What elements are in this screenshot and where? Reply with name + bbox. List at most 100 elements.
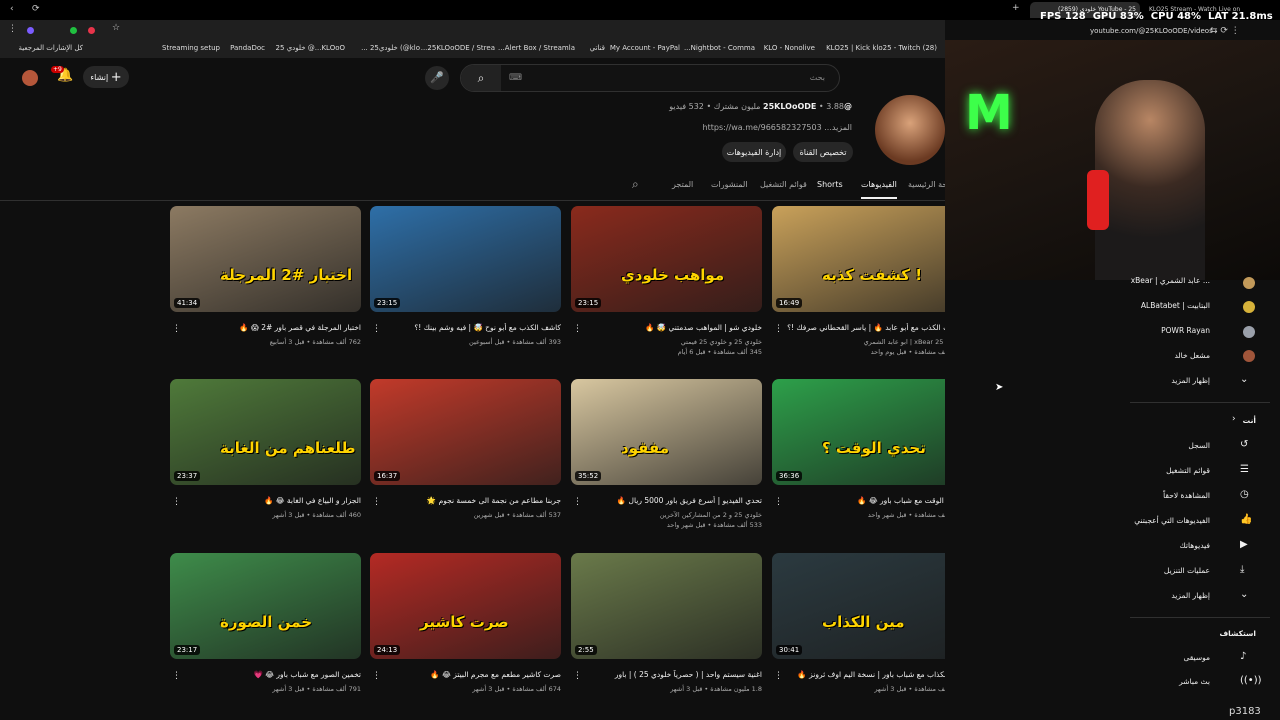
channel-link[interactable]: https://wa.me/966582327503 ...المزيد [703,123,852,132]
refresh-icon[interactable]: ⟳ [32,4,40,14]
bookmark-item[interactable]: klo@) خلودي25 ... [361,44,420,52]
video-title[interactable]: اغنية سيستم واحد | ( حصرياً خلودي 25 ) |… [582,670,762,679]
sidebar-item-your-videos[interactable]: فيديوهاتك [1180,541,1210,550]
more-options-icon[interactable]: ⋮ [774,324,783,334]
search-icon[interactable]: ⌕ [461,65,501,91]
more-options-icon[interactable]: ⋮ [573,497,582,507]
menu-icon[interactable]: ⋮ [8,24,17,34]
more-options-icon[interactable]: ⋮ [372,671,381,681]
star-icon[interactable]: ☆ [112,23,120,33]
tab-playlists[interactable]: قوائم التشغيل [760,180,807,189]
bookmark-item[interactable]: KLO25 | Kick [826,44,870,52]
extension-icon[interactable] [27,27,34,34]
tab-shorts[interactable]: Shorts [817,180,843,189]
video-title[interactable]: خلودي شو | المواهب صدمتني 🤯 🔥 [582,323,762,332]
you-section-title[interactable]: أنت [1243,416,1256,425]
video-thumbnail[interactable]: 16:37 [370,379,561,485]
video-title[interactable]: كاشف الكذب مع أبو عابد 🔥 | ياسر القحطاني… [783,323,963,332]
sidebar-item-downloads[interactable]: عمليات التنزيل [1164,566,1210,575]
more-options-icon[interactable]: ⋮ [372,324,381,334]
bookmark-item[interactable]: KLOoO...@ خلودي 25 [276,44,345,52]
video-card[interactable]: مين الكذاب 30:41 ⋮ مين الكذاب مع شباب باور … [772,553,963,713]
video-title[interactable]: صرت كاشير مطعم مع مجرم البيتز 😂 🔥 [381,670,561,679]
video-card[interactable]: تحدي الوقت ؟ 36:36 ⋮ تحدي الوقت مع شباب باو… [772,379,963,539]
bookmark-item[interactable]: قناتي [590,44,605,52]
video-card[interactable]: كشفت كذبه ! 16:49 ⋮ كاشف الكذب مع أبو عابد … [772,206,963,366]
video-title[interactable]: اختبار المرجلة في قصر باور #2 😱 🔥 [181,323,361,332]
create-button[interactable]: إنشاء + [83,66,129,88]
sidebar-item-liked[interactable]: الفيديوهات التي أعجبتني [1134,516,1210,525]
more-options-icon[interactable]: ⋮ [172,324,181,334]
video-title[interactable]: تحدي الوقت مع شباب باور 😂 🔥 [783,496,963,505]
video-thumbnail[interactable]: مين الكذاب 30:41 [772,553,963,659]
sidebar-sub-item[interactable]: ALBatabet | البتابيت [1141,301,1210,310]
more-options-icon[interactable]: ⋮ [172,671,181,681]
sidebar-sub-item[interactable]: POWR Rayan [1161,326,1210,335]
more-options-icon[interactable]: ⋮ [573,671,582,681]
sidebar-sub-item[interactable]: xBear | عابد الشمري ... [1131,276,1210,285]
show-more-button[interactable]: إظهار المزيد [1171,376,1210,385]
video-thumbnail[interactable]: 2:55 [571,553,762,659]
video-thumbnail[interactable]: 23:15 [370,206,561,312]
sidebar-sub-item[interactable]: مشعل خالد [1174,351,1210,360]
video-card[interactable]: خمن الصورة 23:17 ⋮ تخمين الصور مع شباب باور… [170,553,361,713]
customize-channel-button[interactable]: تخصيص القناة [793,142,853,162]
video-card[interactable]: طلعناهم من الغابة ! 23:37 ⋮الجزار و البياع… [170,379,361,539]
new-tab-icon[interactable]: + [1012,3,1020,13]
video-title[interactable]: تحدي الفيديو | أسرع فريق باور 5000 ريال … [582,496,762,505]
avatar[interactable] [22,70,38,86]
video-thumbnail[interactable]: اختبار #2 المرجلة 41:34 [170,206,361,312]
video-thumbnail[interactable]: صرت كاشير 24:13 [370,553,561,659]
video-thumbnail[interactable]: تحدي الوقت ؟ 36:36 [772,379,963,485]
video-card[interactable]: اختبار #2 المرجلة 41:34 ⋮ اختبار المرجلة في… [170,206,361,366]
video-card[interactable]: 23:15 ⋮ كاشف الكذب مع أبو نوح 🤯 | فيه وشم … [370,206,561,366]
url-text[interactable]: youtube.com/@25KLOoODE/videos [1090,27,1213,35]
video-card[interactable]: مواهب خلودي 23:15 ⋮ خلودي شو | المواهب صدمت… [571,206,762,366]
channel-search-icon[interactable]: ⌕ [632,177,639,192]
video-title[interactable]: كاشف الكذب مع أبو نوح 🤯 | فيه وشم بينك !… [381,323,561,332]
extension-icon[interactable] [70,27,77,34]
more-options-icon[interactable]: ⋮ [774,671,783,681]
bookmark-item[interactable]: Nightbot - Comma... [684,44,755,52]
tab-store[interactable]: المتجر [672,180,693,189]
search-box[interactable]: ⌕ بحث ⌨ [460,64,840,92]
video-title[interactable]: الجزار و البياع في الغابة 😂 🔥 [181,496,361,505]
sidebar-item-playlists[interactable]: قوائم التشغيل [1166,466,1210,475]
chevron-down-icon[interactable]: ⌄ [1240,589,1248,600]
bookmark-item[interactable]: (28) klo25 - Twitch [872,44,937,52]
show-more-button[interactable]: إظهار المزيد [1171,591,1210,600]
tab-posts[interactable]: المنشورات [711,180,748,189]
more-options-icon[interactable]: ⋮ [774,497,783,507]
extension-icon[interactable] [88,27,95,34]
video-thumbnail[interactable]: كشفت كذبه ! 16:49 [772,206,963,312]
sidebar-item-history[interactable]: السجل [1188,441,1210,450]
sidebar-item-music[interactable]: موسيقى [1184,653,1210,662]
bookmark-item[interactable]: Streaming setup [162,44,220,52]
video-card[interactable]: 16:37 ⋮ جربنا مطاعم من نجمة الى خمسة نجوم … [370,379,561,539]
video-thumbnail[interactable]: مفقود 35:52 [571,379,762,485]
sidebar-item-watch-later[interactable]: المشاهدة لاحقاً [1163,491,1210,500]
video-card[interactable]: صرت كاشير 24:13 ⋮ صرت كاشير مطعم مع مجرم ال… [370,553,561,713]
bookmark-item[interactable]: Alert Box / Streamla... [498,44,575,52]
video-card[interactable]: 2:55 ⋮ اغنية سيستم واحد | ( حصرياً خلودي 2… [571,553,762,713]
video-title[interactable]: تخمين الصور مع شباب باور 😂 💗 [181,670,361,679]
video-thumbnail[interactable]: مواهب خلودي 23:15 [571,206,762,312]
video-thumbnail[interactable]: خمن الصورة 23:17 [170,553,361,659]
bookmark-item[interactable]: كل الإشارات المرجعية [19,44,84,52]
bookmark-item[interactable]: KLO - Nonolive [764,44,815,52]
chevron-down-icon[interactable]: ⌄ [1240,374,1248,385]
video-title[interactable]: جربنا مطاعم من نجمة الى خمسة نجوم 🌟 [381,496,561,505]
video-title[interactable]: مين الكذاب مع شباب باور | نسخة اليم اوف … [783,670,963,679]
back-icon[interactable]: ‹ [10,4,14,14]
bookmark-item[interactable]: PandaDoc [230,44,265,52]
sidebar-item-live[interactable]: بث مباشر [1179,677,1210,686]
keyboard-icon[interactable]: ⌨ [509,73,522,83]
mic-icon[interactable]: 🎤 [425,66,449,90]
tab-videos[interactable]: الفيديوهات [861,180,897,199]
video-card[interactable]: مفقود 35:52 ⋮ تحدي الفيديو | أسرع فريق باور… [571,379,762,539]
manage-videos-button[interactable]: إدارة الفيديوهات [722,142,786,162]
bookmark-item[interactable]: 25KLOoODE / Strea... [421,44,495,52]
more-options-icon[interactable]: ⋮ [573,324,582,334]
more-options-icon[interactable]: ⋮ [372,497,381,507]
bookmark-item[interactable]: My Account - PayPal [610,44,680,52]
